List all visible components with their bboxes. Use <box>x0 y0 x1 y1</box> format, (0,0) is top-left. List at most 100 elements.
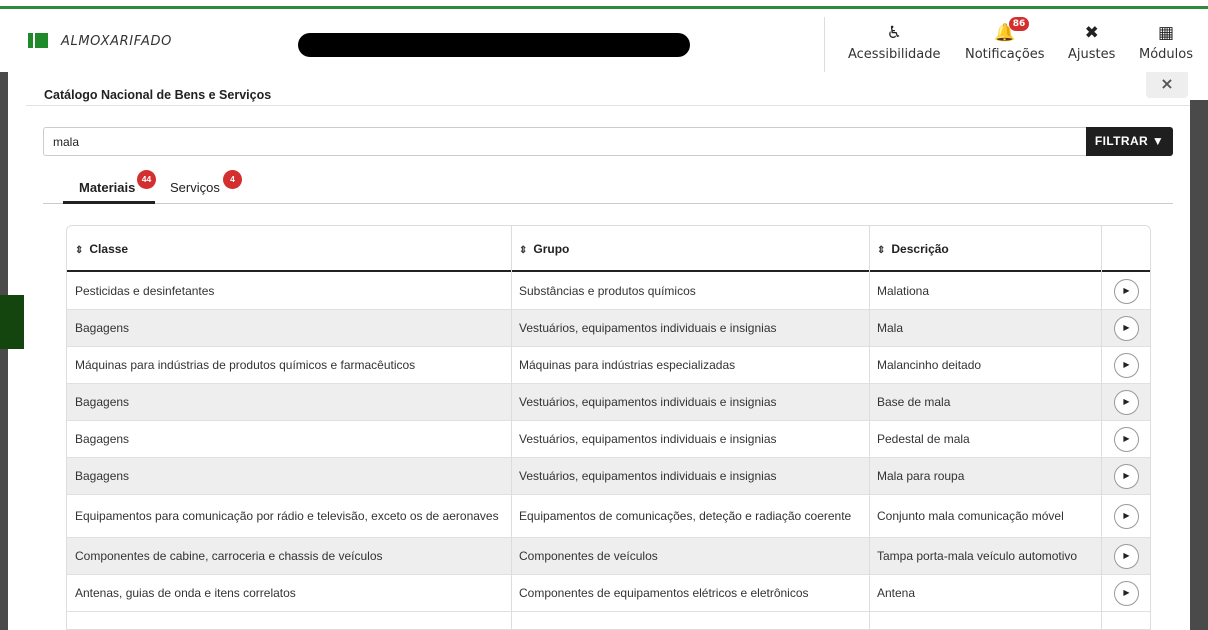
settings-label: Ajustes <box>1068 47 1116 62</box>
app-header: ALMOXARIFADO ♿ Acessibilidade 🔔 86 Notifi… <box>0 9 1208 73</box>
cell-grupo: Componentes de veículos <box>519 549 658 563</box>
cell-descricao: Mala <box>877 321 904 335</box>
filter-label: FILTRAR <box>1094 134 1149 148</box>
open-item-button[interactable]: ▶ <box>1114 503 1139 529</box>
cell-descricao: Antena <box>877 586 916 600</box>
play-arrow-icon: ▶ <box>1123 286 1130 295</box>
table-row[interactable]: Bagagens Vestuários, equipamentos individ… <box>67 458 1150 495</box>
accessibility-label: Acessibilidade <box>848 47 941 62</box>
cell-descricao: Base de mala <box>877 395 951 409</box>
table-row[interactable]: Equipamentos para comunicação por rádio … <box>67 495 1150 538</box>
bell-icon: 🔔 86 <box>965 17 1045 45</box>
play-arrow-icon: ▶ <box>1123 511 1130 520</box>
sort-icon: ⇕ <box>75 245 84 256</box>
cell-action: ▶ <box>1101 495 1150 537</box>
modal-divider <box>26 105 1190 106</box>
background-app-left <box>0 72 8 630</box>
cell-grupo: Componentes de equipamentos elétricos e … <box>519 586 809 600</box>
table-row[interactable]: Bagagens Vestuários, equipamentos individ… <box>67 421 1150 458</box>
cell-grupo: Máquinas para indústrias especializadas <box>519 358 736 372</box>
cell-action: ▶ <box>1101 273 1150 309</box>
cell-descricao: Conjunto mala comunicação móvel <box>877 509 1064 523</box>
open-item-button[interactable]: ▶ <box>1114 580 1139 606</box>
open-item-button[interactable]: ▶ <box>1114 389 1139 415</box>
settings-button[interactable]: ✖ Ajustes <box>1068 21 1115 62</box>
catalog-modal: Catálogo Nacional de Bens e Serviços × F… <box>26 72 1190 630</box>
table-row[interactable]: Bagagens Vestuários, equipamentos individ… <box>67 310 1150 347</box>
table-row[interactable]: Bagagens Vestuários, equipamentos individ… <box>67 384 1150 421</box>
play-arrow-icon: ▶ <box>1123 588 1130 597</box>
table-row[interactable]: Componentes de cabine, carroceria e chas… <box>67 538 1150 575</box>
cell-action: ▶ <box>1101 347 1150 383</box>
play-arrow-icon: ▶ <box>1123 360 1130 369</box>
play-arrow-icon: ▶ <box>1123 397 1130 406</box>
cell-action: ▶ <box>1101 575 1150 611</box>
play-arrow-icon: ▶ <box>1123 323 1130 332</box>
cell-grupo: Vestuários, equipamentos individuais e i… <box>519 321 777 335</box>
tab-materiais-count-badge: 44 <box>137 170 156 189</box>
results-table: ⇕ Classe ⇕ Grupo ⇕ Descrição Pesticidas e d… <box>66 225 1151 630</box>
cell-grupo: Substâncias e produtos químicos <box>519 284 696 298</box>
tab-servicos-label: Serviços <box>170 180 220 195</box>
modules-button[interactable]: ▦ Módulos <box>1139 21 1193 62</box>
column-header-grupo[interactable]: ⇕ Grupo <box>511 226 869 272</box>
column-header-classe[interactable]: ⇕ Classe <box>67 226 511 272</box>
notifications-label: Notificações <box>965 47 1045 62</box>
cell-descricao: Malationa <box>877 284 930 298</box>
cell-grupo: Vestuários, equipamentos individuais e i… <box>519 432 777 446</box>
play-arrow-icon: ▶ <box>1123 471 1130 480</box>
cell-grupo: Equipamentos de comunicações, deteção e … <box>519 509 852 523</box>
sort-icon: ⇕ <box>519 245 528 256</box>
cell-action: ▶ <box>1101 538 1150 574</box>
open-item-button[interactable]: ▶ <box>1114 463 1139 489</box>
cell-grupo: Vestuários, equipamentos individuais e i… <box>519 395 777 409</box>
tab-servicos-count-badge: 4 <box>223 170 242 189</box>
cell-classe: Antenas, guias de onda e itens correlato… <box>75 586 296 600</box>
table-header[interactable]: ⇕ Classe ⇕ Grupo ⇕ Descrição <box>67 226 1150 272</box>
filter-button[interactable]: FILTRAR ▼ <box>1086 127 1173 156</box>
cell-descricao: Mala para roupa <box>877 469 965 483</box>
column-divider <box>511 226 512 629</box>
app-title: ALMOXARIFADO <box>61 34 172 49</box>
play-arrow-icon: ▶ <box>1123 434 1130 443</box>
cell-classe: Bagagens <box>75 432 130 446</box>
play-arrow-icon: ▶ <box>1123 551 1130 560</box>
modules-label: Módulos <box>1139 47 1193 62</box>
cell-action: ▶ <box>1101 458 1150 494</box>
cell-classe: Componentes de cabine, carroceria e chas… <box>75 549 383 563</box>
table-row[interactable]: Máquinas para indústrias de produtos quí… <box>67 347 1150 384</box>
open-item-button[interactable]: ▶ <box>1114 543 1139 569</box>
open-item-button[interactable]: ▶ <box>1114 352 1139 378</box>
book-logo-icon <box>28 33 48 48</box>
tab-materiais[interactable]: Materiais 44 <box>63 168 156 204</box>
redacted-user-info <box>298 33 690 57</box>
cell-descricao: Malancinho deitado <box>877 358 982 372</box>
column-divider <box>869 226 870 629</box>
tab-bar: Materiais 44 Serviços 4 <box>43 168 1173 204</box>
cell-classe: Equipamentos para comunicação por rádio … <box>75 509 499 523</box>
cell-grupo: Vestuários, equipamentos individuais e i… <box>519 469 777 483</box>
table-row[interactable]: Pesticidas e desinfetantes Substâncias e … <box>67 273 1150 310</box>
cell-classe: Pesticidas e desinfetantes <box>75 284 215 298</box>
tab-servicos[interactable]: Serviços 4 <box>155 168 245 204</box>
table-row[interactable]: Antenas, guias de onda e itens correlato… <box>67 575 1150 612</box>
open-item-button[interactable]: ▶ <box>1114 315 1139 341</box>
cell-descricao: Tampa porta-mala veículo automotivo <box>877 549 1078 563</box>
notifications-count-badge: 86 <box>1008 17 1030 31</box>
cell-action: ▶ <box>1101 421 1150 457</box>
search-input[interactable] <box>43 127 1086 156</box>
open-item-button[interactable]: ▶ <box>1114 426 1139 452</box>
column-divider <box>1101 226 1102 629</box>
open-item-button[interactable]: ▶ <box>1114 278 1139 304</box>
cell-classe: Bagagens <box>75 395 130 409</box>
background-app-green-block <box>0 295 24 349</box>
column-header-descricao[interactable]: ⇕ Descrição <box>869 226 1101 272</box>
sort-icon: ⇕ <box>877 245 886 256</box>
cell-action: ▶ <box>1101 384 1150 420</box>
grid-icon: ▦ <box>1157 23 1175 43</box>
tab-materiais-label: Materiais <box>79 180 136 195</box>
wheelchair-icon: ♿ <box>886 23 902 43</box>
notifications-button[interactable]: 🔔 86 Notificações <box>965 17 1045 62</box>
close-button[interactable]: × <box>1146 72 1188 98</box>
accessibility-button[interactable]: ♿ Acessibilidade <box>848 21 941 62</box>
